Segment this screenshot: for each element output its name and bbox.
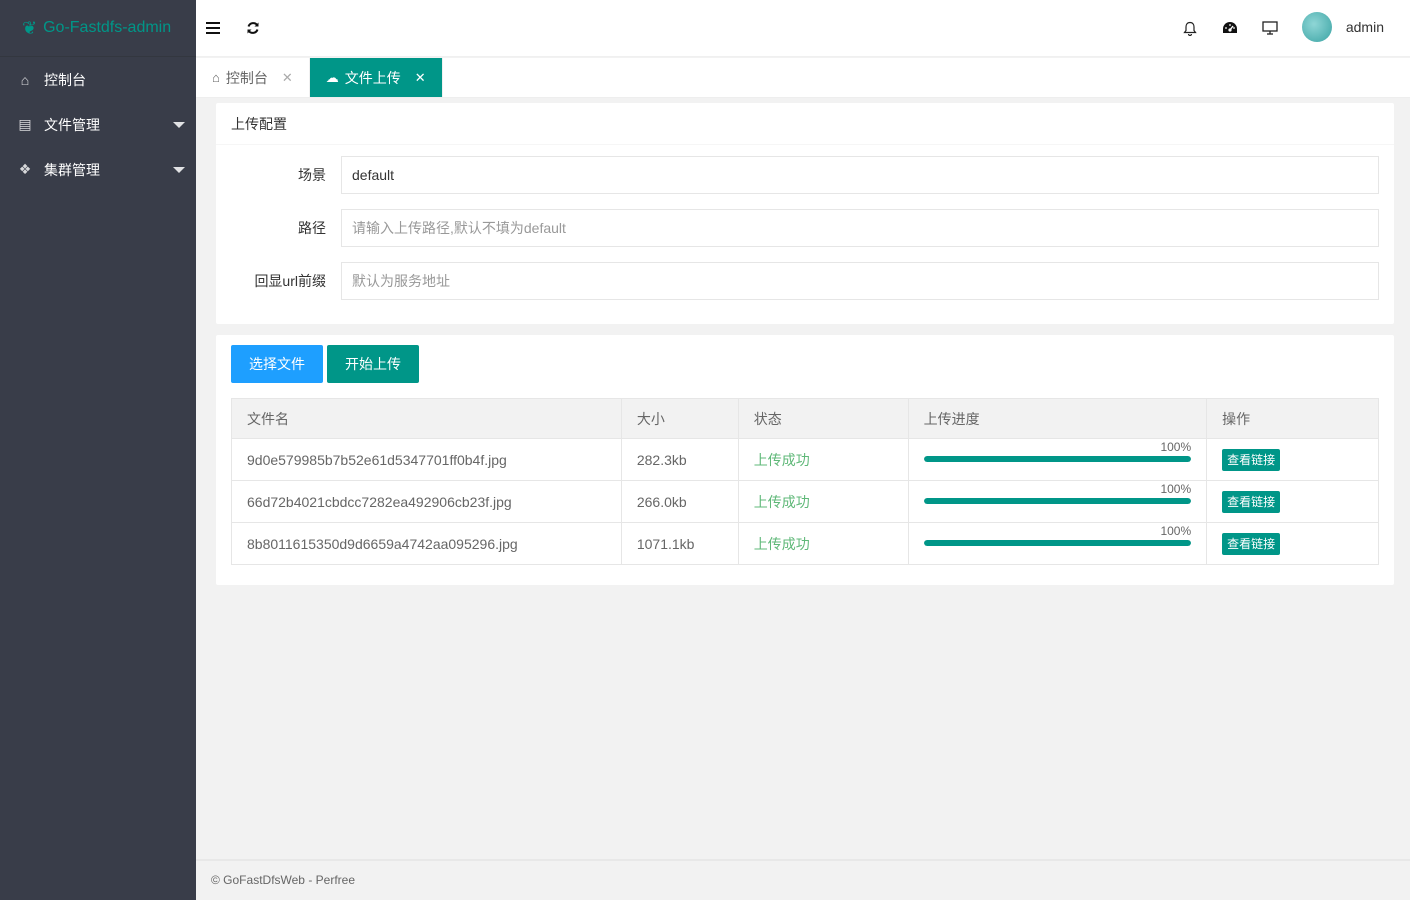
start-upload-button[interactable]: 开始上传: [327, 345, 419, 383]
sidebar-item-label: 集群管理: [44, 161, 100, 178]
tab-label: 控制台: [225, 69, 268, 86]
file-size: 282.3kb: [620, 438, 739, 481]
table-row: 9d0e579985b7b52e61d5347701ff0b4f.jpg 282…: [231, 438, 1379, 481]
home-icon: ⌂: [212, 70, 220, 85]
column-header: 大小: [620, 398, 739, 439]
tab-file-upload[interactable]: ☁ 文件上传 ✕: [309, 58, 443, 97]
file-size: 1071.1kb: [620, 522, 739, 565]
progress-bar: [923, 498, 1192, 504]
upload-status: 上传成功: [737, 522, 909, 565]
file-icon: ▤: [18, 116, 32, 132]
cloud-upload-icon: ☁: [325, 69, 339, 85]
footer: © GoFastDfsWeb - Perfree: [196, 859, 1410, 900]
sidebar-item-cluster-management[interactable]: ❖ 集群管理: [0, 147, 196, 192]
view-link-button[interactable]: 查看链接: [1222, 532, 1281, 555]
upload-list-card: 选择文件 开始上传 文件名 大小 状态 上传进度 操作 9d0e579985b7…: [216, 335, 1394, 585]
file-name: 8b8011615350d9d6659a4742aa095296.jpg: [231, 522, 622, 565]
table-header-row: 文件名 大小 状态 上传进度 操作: [231, 398, 1379, 439]
scene-input[interactable]: [341, 156, 1379, 194]
upload-status: 上传成功: [737, 480, 909, 523]
progress-percent: 100%: [1160, 524, 1192, 538]
column-header: 上传进度: [907, 398, 1208, 439]
prefix-row: 回显url前缀: [216, 262, 1379, 300]
bell-icon[interactable]: [1178, 16, 1202, 40]
view-link-button[interactable]: 查看链接: [1222, 490, 1281, 513]
action-cell: 查看链接: [1206, 438, 1379, 481]
action-cell: 查看链接: [1206, 522, 1379, 565]
username: admin: [1345, 19, 1384, 35]
scene-row: 场景: [216, 156, 1379, 194]
user-menu[interactable]: admin: [1301, 12, 1384, 42]
view-link-button[interactable]: 查看链接: [1222, 448, 1281, 471]
sidebar-item-dashboard[interactable]: ⌂ 控制台: [0, 57, 196, 102]
path-input[interactable]: [341, 209, 1379, 247]
file-name: 66d72b4021cbdcc7282ea492906cb23f.jpg: [231, 480, 622, 523]
card-title: 上传配置: [216, 103, 1394, 145]
monitor-icon[interactable]: [1258, 16, 1282, 40]
progress-percent: 100%: [1160, 482, 1192, 496]
footer-text: © GoFastDfsWeb - Perfree: [211, 873, 355, 887]
path-label: 路径: [298, 220, 326, 236]
cubes-icon: ❖: [18, 161, 32, 177]
progress-fill: [923, 498, 1192, 504]
app-title: Go-Fastdfs-admin: [43, 19, 172, 36]
table-row: 66d72b4021cbdcc7282ea492906cb23f.jpg 266…: [231, 480, 1379, 523]
tab-dashboard[interactable]: ⌂ 控制台 ✕: [196, 58, 310, 97]
sidebar-item-label: 控制台: [44, 71, 86, 88]
upload-config-card: 上传配置 场景 路径 回显url前缀: [216, 103, 1394, 324]
progress-bar: [923, 456, 1192, 462]
caret-down-icon: [173, 122, 185, 128]
scene-label: 场景: [298, 167, 326, 183]
url-prefix-input[interactable]: [341, 262, 1379, 300]
file-size: 266.0kb: [620, 480, 739, 523]
column-header: 状态: [737, 398, 909, 439]
upload-status: 上传成功: [737, 438, 909, 481]
upload-table: 文件名 大小 状态 上传进度 操作 9d0e579985b7b52e61d534…: [231, 398, 1379, 565]
choose-file-button[interactable]: 选择文件: [231, 345, 323, 383]
progress-cell: 100%: [907, 522, 1208, 565]
tab-label: 文件上传: [344, 69, 401, 86]
close-icon[interactable]: ✕: [282, 70, 293, 86]
close-icon[interactable]: ✕: [415, 70, 426, 86]
leaf-icon: ❦: [22, 17, 38, 38]
progress-cell: 100%: [907, 438, 1208, 481]
file-name: 9d0e579985b7b52e61d5347701ff0b4f.jpg: [231, 438, 622, 481]
sidebar-item-label: 文件管理: [44, 116, 100, 133]
progress-percent: 100%: [1160, 440, 1192, 454]
app-logo[interactable]: ❦ Go-Fastdfs-admin: [0, 0, 196, 57]
progress-bar: [923, 540, 1192, 546]
avatar: [1301, 12, 1332, 42]
dashboard-icon[interactable]: [1218, 16, 1242, 40]
sidebar: ❦ Go-Fastdfs-admin ⌂ 控制台 ▤ 文件管理 ❖ 集群管理: [0, 0, 196, 900]
home-icon: ⌂: [20, 71, 30, 88]
table-row: 8b8011615350d9d6659a4742aa095296.jpg 107…: [231, 522, 1379, 565]
refresh-icon[interactable]: [241, 16, 265, 40]
progress-cell: 100%: [907, 480, 1208, 523]
caret-down-icon: [173, 167, 185, 173]
column-header: 操作: [1206, 398, 1379, 439]
action-cell: 查看链接: [1206, 480, 1379, 523]
column-header: 文件名: [231, 398, 622, 439]
progress-fill: [923, 540, 1192, 546]
top-header: admin: [196, 0, 1410, 57]
path-row: 路径: [216, 209, 1379, 247]
url-prefix-label: 回显url前缀: [254, 273, 326, 289]
menu-toggle-icon[interactable]: [201, 16, 225, 40]
progress-fill: [923, 456, 1192, 462]
page-tabs: ⌂ 控制台 ✕ ☁ 文件上传 ✕: [196, 58, 1410, 98]
sidebar-item-file-management[interactable]: ▤ 文件管理: [0, 102, 196, 147]
